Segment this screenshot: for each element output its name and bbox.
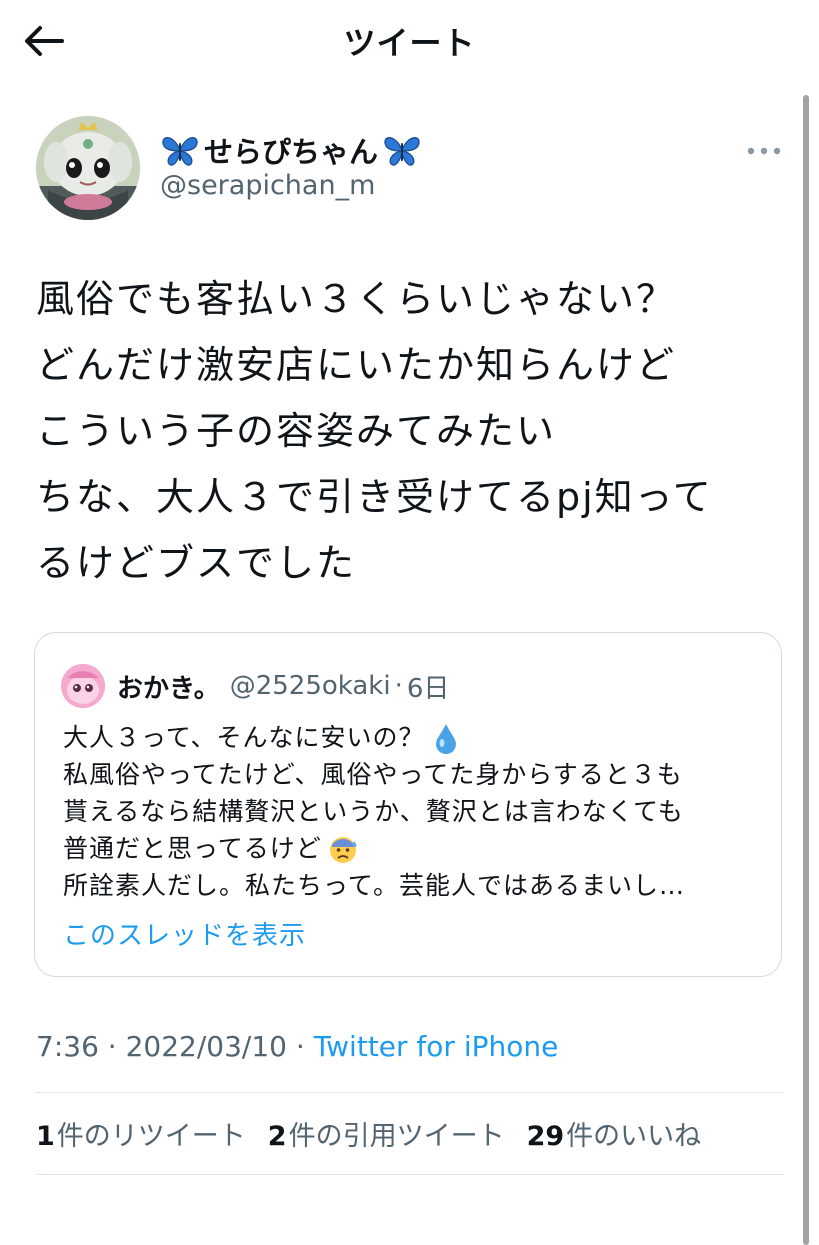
quoted-text-segment: 普通だと思ってるけど — [63, 834, 322, 863]
tweet-text-line: こういう子の容姿みてみたい — [36, 409, 557, 453]
tweet-text-line: ちな、大人３で引き受けてるpj知って — [36, 475, 713, 519]
quoted-text-line: 普通だと思ってるけど — [63, 830, 763, 867]
quote-tweets-count: 2 — [267, 1121, 287, 1152]
tweet-source-link[interactable]: Twitter for iPhone — [314, 1030, 559, 1063]
butterfly-emoji-icon — [384, 137, 420, 166]
author-name-text: せらぴちゃん — [204, 135, 379, 169]
top-bar: ツイート — [0, 0, 819, 84]
tweet-date: 2022/03/10 — [125, 1030, 287, 1063]
quoted-text-line: 所詮素人だし。私たちって。芸能人ではあるまいし… — [63, 871, 686, 900]
quoted-tweet-time: 6日 — [406, 673, 450, 704]
quoted-text-line: 私風俗やってたけど、風俗やってた身からすると３も — [63, 760, 683, 789]
likes-stat[interactable]: 29件のいいね — [527, 1114, 702, 1153]
page-title: ツイート — [343, 24, 476, 62]
separator-dot: · — [98, 1030, 126, 1063]
tweet-text-line: 風俗でも客払い３くらいじゃない？ — [36, 277, 677, 321]
quoted-text-segment: 大人３って、そんなに安いの？ — [63, 723, 425, 752]
retweets-stat[interactable]: 1件のリツイート — [36, 1114, 246, 1153]
author-name[interactable]: せらぴちゃん — [160, 130, 422, 170]
retweets-count: 1 — [36, 1121, 55, 1152]
author-avatar[interactable] — [36, 116, 140, 220]
quote-tweets-stat[interactable]: 2件の引用ツイート — [268, 1114, 505, 1153]
anxious-face-emoji-icon — [329, 836, 357, 863]
quoted-text-line: 貰えるなら結構贅沢というか、贅沢とは言わなくても — [63, 797, 684, 826]
quoted-avatar-image — [61, 664, 105, 708]
quoted-text-line: 大人３って、そんなに安いの？ — [63, 719, 763, 756]
likes-label: 件のいいね — [566, 1121, 702, 1152]
more-horizontal-icon — [747, 147, 781, 155]
tweet-text-line: るけどブスでした — [36, 541, 357, 585]
tweet-time: 7:36 — [36, 1030, 99, 1063]
scrollbar[interactable] — [803, 95, 809, 1245]
butterfly-emoji-icon — [162, 137, 198, 166]
quote-tweets-label: 件の引用ツイート — [288, 1121, 505, 1152]
tweet-text: 風俗でも客払い３くらいじゃない？ どんだけ激安店にいたか知らんけど こういう子の… — [36, 266, 776, 596]
author-handle[interactable]: @serapichan_m — [160, 170, 375, 201]
show-thread-link[interactable]: このスレッドを表示 — [63, 915, 306, 952]
quoted-tweet-header: おかき。 @2525okaki · 6日 — [61, 661, 449, 711]
droplet-emoji-icon — [435, 723, 456, 754]
divider — [36, 1174, 784, 1175]
quoted-author-name: おかき。 — [117, 673, 220, 704]
likes-count: 29 — [526, 1121, 565, 1152]
quoted-tweet-card[interactable]: おかき。 @2525okaki · 6日 大人３って、そんなに安いの？ 私風俗や… — [34, 632, 782, 977]
retweets-label: 件のリツイート — [56, 1121, 246, 1152]
tweet-meta: 7:36 · 2022/03/10 · Twitter for iPhone — [36, 1030, 558, 1063]
separator-dot: · — [286, 1030, 314, 1063]
tweet-text-line: どんだけ激安店にいたか知らんけど — [36, 343, 677, 387]
quoted-author-avatar — [61, 664, 105, 708]
quoted-tweet-text: 大人３って、そんなに安いの？ 私風俗やってたけど、風俗やってた身からすると３も … — [63, 719, 763, 904]
quoted-author-handle: @2525okaki — [229, 671, 391, 701]
more-options-button[interactable] — [744, 138, 784, 164]
avatar-image — [36, 116, 140, 220]
engagement-stats: 1件のリツイート 2件の引用ツイート 29件のいいね — [36, 1114, 701, 1153]
divider — [36, 1092, 784, 1093]
separator-dot: · — [394, 671, 403, 701]
